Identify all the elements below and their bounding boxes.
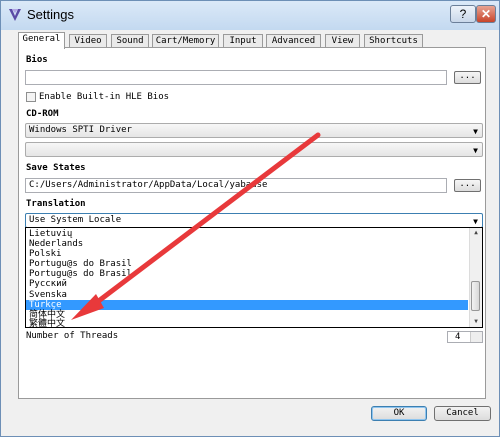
tab-general[interactable]: General bbox=[18, 32, 65, 49]
bios-browse-button[interactable]: ... bbox=[454, 71, 481, 84]
cdrom-driver-value: Windows SPTI Driver bbox=[29, 125, 132, 135]
list-item[interactable]: Русский bbox=[26, 279, 468, 289]
tab-video[interactable]: Video bbox=[69, 34, 107, 48]
hle-bios-checkbox[interactable] bbox=[26, 92, 36, 102]
save-states-path-input[interactable]: C:/Users/Administrator/AppData/Local/yab… bbox=[25, 178, 447, 193]
bios-path-input[interactable] bbox=[25, 70, 447, 85]
tab-cart-memory[interactable]: Cart/Memory bbox=[152, 34, 219, 48]
help-button[interactable]: ? bbox=[450, 5, 476, 23]
dropdown-scrollbar[interactable]: ▲ ▼ bbox=[469, 228, 482, 327]
ok-button[interactable]: OK bbox=[371, 406, 427, 421]
hle-bios-label: Enable Built-in HLE Bios bbox=[39, 92, 170, 102]
list-item[interactable]: 繁體中文 bbox=[26, 319, 468, 327]
list-item-highlighted[interactable]: Türkçe bbox=[26, 300, 468, 310]
cdrom-heading: CD-ROM bbox=[26, 109, 59, 119]
spin-arrows-icon[interactable] bbox=[470, 332, 482, 342]
translation-select[interactable]: Use System Locale ▼ bbox=[25, 213, 483, 228]
translation-value: Use System Locale bbox=[29, 215, 122, 225]
save-states-browse-button[interactable]: ... bbox=[454, 179, 481, 192]
list-item[interactable]: Lietuvių bbox=[26, 229, 468, 239]
threads-label: Number of Threads bbox=[26, 331, 119, 341]
threads-value: 4 bbox=[455, 332, 461, 342]
cdrom-driver-select[interactable]: Windows SPTI Driver ▼ bbox=[25, 123, 483, 138]
close-button[interactable]: ✕ bbox=[476, 5, 496, 23]
translation-heading: Translation bbox=[26, 199, 86, 209]
list-item[interactable]: Nederlands bbox=[26, 239, 468, 249]
app-logo-icon bbox=[9, 9, 21, 21]
tab-input[interactable]: Input bbox=[223, 34, 263, 48]
title-bar: Settings ? ✕ bbox=[1, 1, 499, 30]
list-item[interactable]: Portugu@s do Brasil bbox=[26, 269, 468, 279]
chevron-down-icon: ▼ bbox=[473, 127, 478, 136]
save-states-heading: Save States bbox=[26, 163, 86, 173]
window-title: Settings bbox=[27, 7, 74, 22]
translation-dropdown-list: Lietuvių Nederlands Polski Portugu@s do … bbox=[25, 227, 483, 328]
threads-spinbox[interactable]: 4 bbox=[447, 331, 483, 343]
scroll-up-icon[interactable]: ▲ bbox=[470, 228, 482, 238]
list-item[interactable]: Portugu@s do Brasil bbox=[26, 259, 468, 269]
scroll-down-icon[interactable]: ▼ bbox=[470, 317, 482, 327]
chevron-down-icon: ▼ bbox=[473, 146, 478, 155]
list-item[interactable]: Svenska bbox=[26, 290, 468, 300]
cdrom-drive-select[interactable]: ▼ bbox=[25, 142, 483, 157]
tab-shortcuts[interactable]: Shortcuts bbox=[364, 34, 423, 48]
scroll-thumb[interactable] bbox=[471, 281, 480, 311]
cancel-button[interactable]: Cancel bbox=[434, 406, 491, 421]
bios-heading: Bios bbox=[26, 55, 48, 65]
settings-window: Settings ? ✕ General Video Sound Cart/Me… bbox=[0, 0, 500, 437]
tab-view[interactable]: View bbox=[325, 34, 360, 48]
tab-advanced[interactable]: Advanced bbox=[266, 34, 321, 48]
tab-sound[interactable]: Sound bbox=[111, 34, 149, 48]
list-item[interactable]: Polski bbox=[26, 249, 468, 259]
